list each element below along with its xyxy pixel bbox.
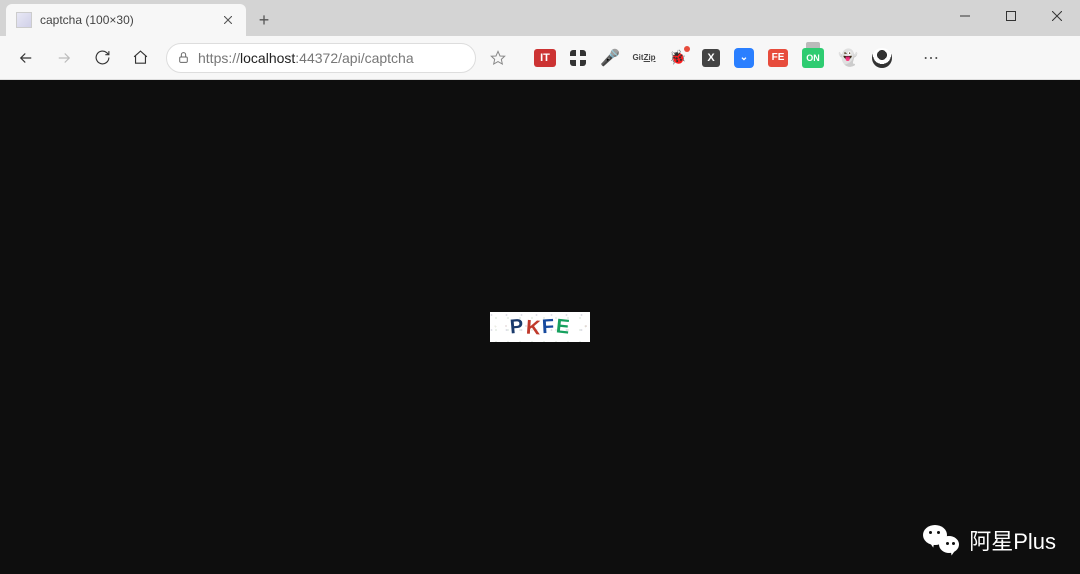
tab-title: captcha (100×30)	[40, 13, 212, 27]
profile-avatar-icon[interactable]	[872, 48, 892, 68]
watermark-text: 阿星Plus	[969, 524, 1056, 556]
browser-tab[interactable]: captcha (100×30)	[6, 4, 246, 36]
captcha-char-1: K	[525, 316, 541, 340]
back-button[interactable]	[10, 42, 42, 74]
extension-coccinella-icon[interactable]: 🐞	[668, 48, 688, 68]
extension-dropdown-icon[interactable]: ⌄	[734, 48, 754, 68]
watermark: 阿星Plus	[923, 524, 1056, 556]
tab-close-button[interactable]	[220, 12, 236, 28]
more-menu-button[interactable]: ⋯	[916, 42, 948, 74]
url-scheme: https://	[198, 50, 240, 66]
close-window-button[interactable]	[1034, 0, 1080, 32]
address-bar[interactable]: https://localhost:44372/api/captcha	[166, 43, 476, 73]
refresh-button[interactable]	[86, 42, 118, 74]
minimize-button[interactable]	[942, 0, 988, 32]
extension-mic-icon[interactable]: 🎤	[600, 48, 620, 68]
url-path: /api/captcha	[338, 50, 414, 66]
captcha-char-0: P	[509, 315, 524, 339]
new-tab-button[interactable]: +	[250, 6, 278, 34]
extension-it-icon[interactable]: IT	[534, 49, 556, 67]
home-button[interactable]	[124, 42, 156, 74]
lock-icon	[177, 51, 190, 64]
forward-button[interactable]	[48, 42, 80, 74]
extension-on-icon[interactable]: ON	[802, 48, 824, 68]
page-viewport: P K F E 阿星Plus	[0, 80, 1080, 574]
url-port: :44372	[295, 50, 338, 66]
wechat-icon	[923, 525, 959, 555]
extension-qr-icon[interactable]	[570, 50, 586, 66]
extension-x-icon[interactable]: X	[702, 49, 720, 67]
window-controls	[942, 0, 1080, 32]
browser-toolbar: https://localhost:44372/api/captcha IT 🎤…	[0, 36, 1080, 80]
captcha-image: P K F E	[490, 312, 590, 342]
maximize-button[interactable]	[988, 0, 1034, 32]
favorite-button[interactable]	[486, 50, 510, 66]
extension-gitzip-icon[interactable]: Git Zip	[634, 48, 654, 68]
captcha-char-2: F	[542, 315, 555, 339]
extension-icons: IT 🎤 Git Zip 🐞 X ⌄ FE ON 👻	[534, 48, 892, 68]
tab-strip: captcha (100×30) +	[0, 0, 1080, 36]
gitzip-line1: Git	[632, 54, 643, 62]
extension-ghost-icon[interactable]: 👻	[838, 48, 858, 68]
gitzip-line2: Zip	[644, 54, 656, 62]
url-host: localhost	[240, 50, 295, 66]
extension-fe-icon[interactable]: FE	[768, 49, 788, 67]
captcha-char-3: E	[555, 315, 571, 339]
url-display: https://localhost:44372/api/captcha	[198, 50, 465, 66]
favicon-icon	[16, 12, 32, 28]
